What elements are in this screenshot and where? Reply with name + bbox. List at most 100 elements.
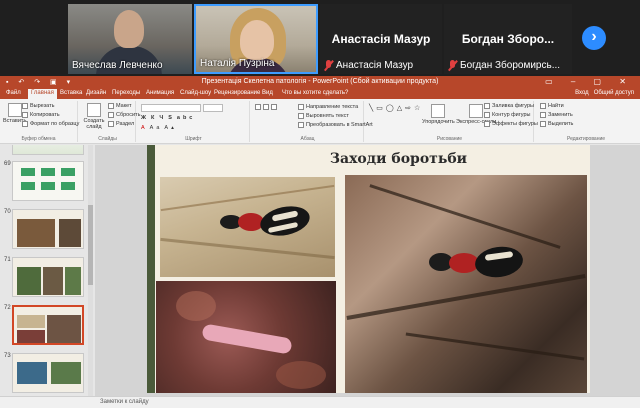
shape-outline-label: Контур фигуры [492,112,531,118]
font-color-icon[interactable]: A [141,125,148,131]
replace-icon [540,112,546,118]
shape-star-icon[interactable]: ☆ [414,104,421,112]
find-label: Найти [548,103,564,109]
participant-tile[interactable]: Анастасія Мазур Анастасія Мазур [320,4,442,74]
next-page-button[interactable]: › [582,26,606,50]
slide-thumbnail[interactable] [12,209,84,249]
larva-photo[interactable] [156,281,336,393]
indent-icon[interactable] [271,104,277,110]
scrollbar-thumb[interactable] [88,205,93,285]
shapes-gallery[interactable]: ╲ ▭ ◯ △ ⇨ ☆ [369,104,421,112]
participant-strip: Вячеслав Левченко Наталія Пузріна Анаста… [0,0,640,76]
smartart-button[interactable]: Преобразовать в SmartArt [298,122,373,128]
tab-slideshow[interactable]: Слайд-шоу [180,90,211,96]
text-direction-button[interactable]: Направление текста [298,104,358,110]
italic-icon[interactable]: К [151,115,157,121]
tab-review[interactable]: Рецензирование [214,90,260,96]
shape-arrow-icon[interactable]: ⇨ [405,104,412,112]
bold-icon[interactable]: Ж [141,115,149,121]
grow-font-icon[interactable]: A▴ [164,125,176,131]
strike-icon[interactable]: S [168,115,175,121]
outline-icon [484,112,490,118]
new-slide-button[interactable]: Создать слайд [83,103,105,130]
font-family-select[interactable] [141,104,201,112]
bullets-icon[interactable] [255,104,261,110]
text-direction-label: Направление текста [306,104,359,110]
ribbon-tabs: Файл Главная Вставка Дизайн Переходы Ани… [0,88,640,99]
shadow-icon[interactable]: abc [177,115,195,121]
shape-oval-icon[interactable]: ◯ [386,104,395,112]
underline-icon[interactable]: Ч [159,115,166,121]
select-button[interactable]: Выделить [540,121,573,127]
arrange-icon [431,104,446,118]
notes-placeholder[interactable]: Заметки к слайду [100,399,149,405]
tab-file[interactable]: Файл [6,90,21,96]
group-label: Абзац [300,136,315,142]
participant-display-name: Богдан Зборо... [461,32,555,46]
copy-button[interactable]: Копировать [22,112,60,118]
share-link[interactable]: Общий доступ [594,90,634,96]
beetle-photo[interactable] [160,177,335,277]
brush-icon [22,121,28,127]
replace-button[interactable]: Заменить [540,112,573,118]
tab-animations[interactable]: Анимация [146,90,174,96]
shape-effects-button[interactable]: Эффекты фигуры [484,121,538,127]
shape-fill-button[interactable]: Заливка фигуры [484,103,534,109]
shape-triangle-icon[interactable]: △ [397,104,403,112]
tab-insert[interactable]: Вставка [60,90,82,96]
font-size-select[interactable] [203,104,223,112]
cut-label: Вырезать [30,103,55,109]
font-style-buttons[interactable]: Ж К Ч Sabc [141,115,195,121]
reset-label: Сбросить [116,112,141,118]
arrange-button[interactable]: Упорядочить [422,104,455,125]
beetle-on-bark-photo[interactable] [345,175,587,393]
slide-thumbnail-selected[interactable] [12,305,84,345]
new-slide-label: Создать слайд [83,118,105,130]
shape-outline-button[interactable]: Контур фигуры [484,112,530,118]
participant-tile[interactable]: Богдан Зборо... Богдан Зборомирсь... [444,4,572,74]
numbering-icon[interactable] [263,104,269,110]
font-color-buttons[interactable]: A Aa A▴ [141,125,177,131]
align-text-button[interactable]: Выровнять текст [298,113,349,119]
tab-transitions[interactable]: Переходы [112,90,140,96]
search-icon [540,103,546,109]
participant-name: Наталія Пузріна [200,58,275,69]
arrange-label: Упорядочить [422,119,455,125]
layout-button[interactable]: Макет [108,103,132,109]
group-label: Редактирование [566,136,606,142]
format-painter-label: Формат по образцу [30,121,80,127]
format-painter-button[interactable]: Формат по образцу [22,121,79,127]
section-label: Раздел [116,121,135,127]
participant-video-tile-active[interactable]: Наталія Пузріна [194,4,318,74]
tab-view[interactable]: Вид [262,90,273,96]
participant-name: Анастасія Мазур [336,60,414,71]
participant-name: Богдан Зборомирсь... [460,60,561,71]
shape-line-icon[interactable]: ╲ [369,104,374,112]
slide-title[interactable]: Заходи боротьби [207,151,590,167]
copy-icon [22,112,28,118]
reset-icon [108,112,114,118]
tell-me-search[interactable]: Что вы хотите сделать? [282,90,348,96]
reset-button[interactable]: Сбросить [108,112,140,118]
highlight-icon[interactable]: Aa [150,125,163,131]
list-buttons[interactable] [255,104,277,110]
participant-video-tile[interactable]: Вячеслав Левченко [68,4,192,74]
tab-home[interactable]: Главная [28,89,57,99]
effects-icon [484,121,490,127]
window-controls[interactable]: ▭ – ▢ ✕ [545,77,634,86]
cut-button[interactable]: Вырезать [22,103,54,109]
shape-rect-icon[interactable]: ▭ [376,104,384,112]
find-button[interactable]: Найти [540,103,564,109]
slide-thumbnail[interactable] [12,353,84,393]
section-button[interactable]: Раздел [108,121,134,127]
smartart-label: Преобразовать в SmartArt [306,122,373,128]
thumbnails-scrollbar[interactable] [88,145,93,396]
sign-in-link[interactable]: Вход [575,90,589,96]
current-slide[interactable]: Заходи боротьби [147,145,590,393]
tab-design[interactable]: Дизайн [86,90,106,96]
slide-thumbnail[interactable] [12,161,84,201]
slide-thumbnail[interactable] [12,257,84,297]
clipboard-group: Вставить Вырезать Копировать Формат по о… [0,101,79,142]
account-links: Вход Общий доступ [575,90,634,96]
slide-thumbnail[interactable] [12,145,84,155]
